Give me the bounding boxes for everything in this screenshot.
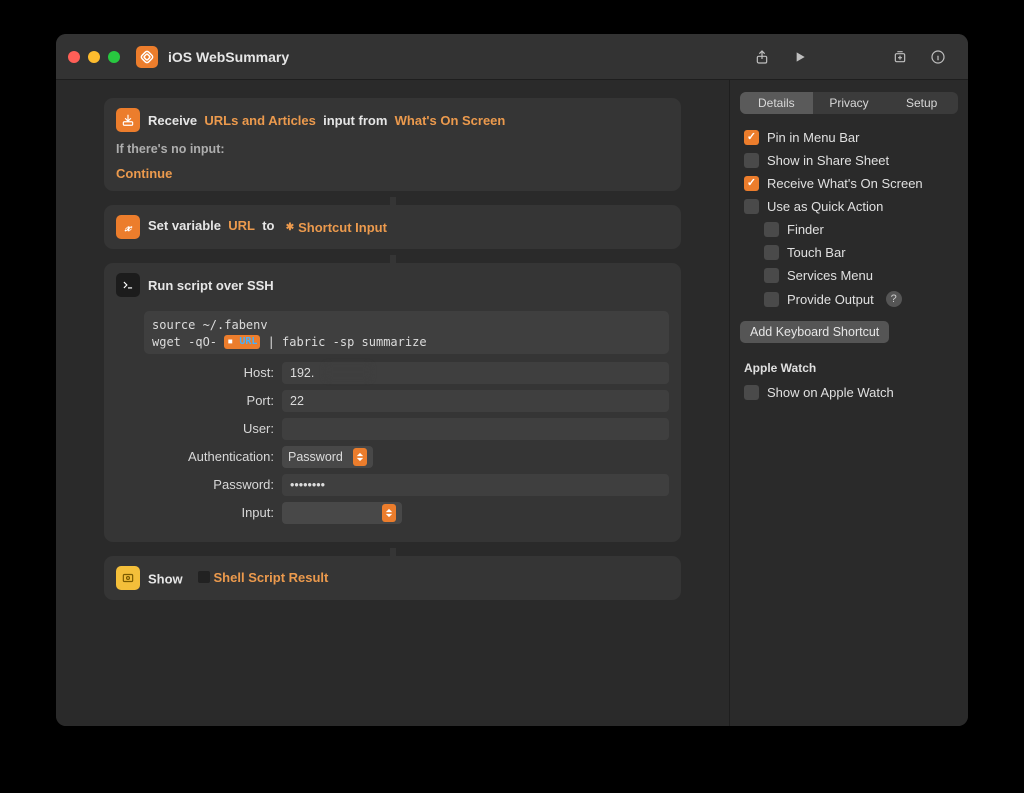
host-label: Host:	[144, 365, 282, 380]
user-label: User:	[144, 421, 282, 436]
quick-action-row[interactable]: Use as Quick Action	[740, 195, 958, 218]
tab-privacy[interactable]: Privacy	[813, 92, 886, 114]
services-row[interactable]: Services Menu	[740, 264, 958, 287]
input-label: Input:	[144, 505, 282, 520]
quick-look-icon	[116, 566, 140, 590]
no-input-label: If there's no input:	[104, 142, 681, 162]
provide-output-checkbox[interactable]	[764, 292, 779, 307]
tab-details[interactable]: Details	[740, 92, 813, 114]
stepper-icon	[353, 448, 367, 466]
receive-input-icon	[116, 108, 140, 132]
library-button[interactable]	[892, 49, 908, 65]
terminal-icon	[116, 273, 140, 297]
pin-menubar-checkbox[interactable]	[744, 130, 759, 145]
terminal-mini-icon	[198, 571, 210, 583]
minimize-window-button[interactable]	[88, 51, 100, 63]
titlebar: iOS WebSummary	[56, 34, 968, 80]
run-ssh-action[interactable]: Run script over SSH source ~/.fabenv wge…	[104, 263, 681, 542]
no-input-action[interactable]: Continue	[104, 162, 681, 191]
share-sheet-row[interactable]: Show in Share Sheet	[740, 149, 958, 172]
shell-result-token[interactable]: Shell Script Result	[194, 569, 333, 586]
finder-row[interactable]: Finder	[740, 218, 958, 241]
share-button[interactable]	[754, 49, 770, 65]
url-variable-pill[interactable]: ▪ URL	[224, 335, 260, 349]
stepper-icon	[382, 504, 396, 522]
show-result-action[interactable]: Show Shell Script Result	[104, 556, 681, 600]
apple-watch-row[interactable]: Show on Apple Watch	[740, 381, 958, 404]
set-variable-action[interactable]: 𝓍 Set variable URL to ✱ Shortcut Input	[104, 205, 681, 249]
auth-label: Authentication:	[144, 449, 282, 464]
port-label: Port:	[144, 393, 282, 408]
finder-checkbox[interactable]	[764, 222, 779, 237]
help-icon[interactable]: ?	[886, 291, 902, 307]
receive-text: Receive URLs and Articles input from Wha…	[148, 113, 505, 128]
window-controls	[68, 51, 120, 63]
provide-output-row[interactable]: Provide Output ?	[740, 287, 958, 311]
services-checkbox[interactable]	[764, 268, 779, 283]
auth-select[interactable]: Password	[282, 446, 373, 468]
connector	[390, 197, 396, 205]
sidebar-tabs: Details Privacy Setup	[740, 92, 958, 114]
add-keyboard-shortcut-button[interactable]: Add Keyboard Shortcut	[740, 321, 889, 343]
ssh-title: Run script over SSH	[148, 278, 274, 293]
ssh-script-input[interactable]: source ~/.fabenv wget -qO- ▪ URL | fabri…	[144, 311, 669, 354]
run-button[interactable]	[792, 49, 808, 65]
touchbar-row[interactable]: Touch Bar	[740, 241, 958, 264]
show-text: Show Shell Script Result	[148, 569, 332, 587]
window-title: iOS WebSummary	[168, 49, 289, 65]
setvar-text: Set variable URL to ✱ Shortcut Input	[148, 218, 391, 236]
details-sidebar: Details Privacy Setup Pin in Menu Bar Sh…	[730, 80, 968, 726]
variable-icon: 𝓍	[116, 215, 140, 239]
user-input[interactable]	[282, 418, 669, 440]
password-label: Password:	[144, 477, 282, 492]
close-window-button[interactable]	[68, 51, 80, 63]
apple-watch-checkbox[interactable]	[744, 385, 759, 400]
receive-input-action[interactable]: Receive URLs and Articles input from Wha…	[104, 98, 681, 191]
host-input[interactable]	[282, 362, 669, 384]
receive-screen-row[interactable]: Receive What's On Screen	[740, 172, 958, 195]
input-select[interactable]	[282, 502, 402, 524]
shortcuts-app-icon	[136, 46, 158, 68]
receive-source-token[interactable]: What's On Screen	[395, 113, 506, 128]
password-input[interactable]	[282, 474, 669, 496]
connector	[390, 255, 396, 263]
quick-action-checkbox[interactable]	[744, 199, 759, 214]
tab-setup[interactable]: Setup	[885, 92, 958, 114]
variable-name-token[interactable]: URL	[228, 218, 255, 233]
info-button[interactable]	[930, 49, 946, 65]
receive-screen-checkbox[interactable]	[744, 176, 759, 191]
apple-watch-header: Apple Watch	[740, 361, 958, 375]
gear-icon: ✱	[286, 222, 294, 233]
receive-types-token[interactable]: URLs and Articles	[204, 113, 316, 128]
share-sheet-checkbox[interactable]	[744, 153, 759, 168]
app-window: iOS WebSummary	[56, 34, 968, 726]
fullscreen-window-button[interactable]	[108, 51, 120, 63]
workflow-canvas[interactable]: Receive URLs and Articles input from Wha…	[56, 80, 730, 726]
connector	[390, 548, 396, 556]
touchbar-checkbox[interactable]	[764, 245, 779, 260]
shortcut-input-token[interactable]: ✱ Shortcut Input	[282, 219, 391, 236]
port-input[interactable]	[282, 390, 669, 412]
pin-menubar-row[interactable]: Pin in Menu Bar	[740, 126, 958, 149]
